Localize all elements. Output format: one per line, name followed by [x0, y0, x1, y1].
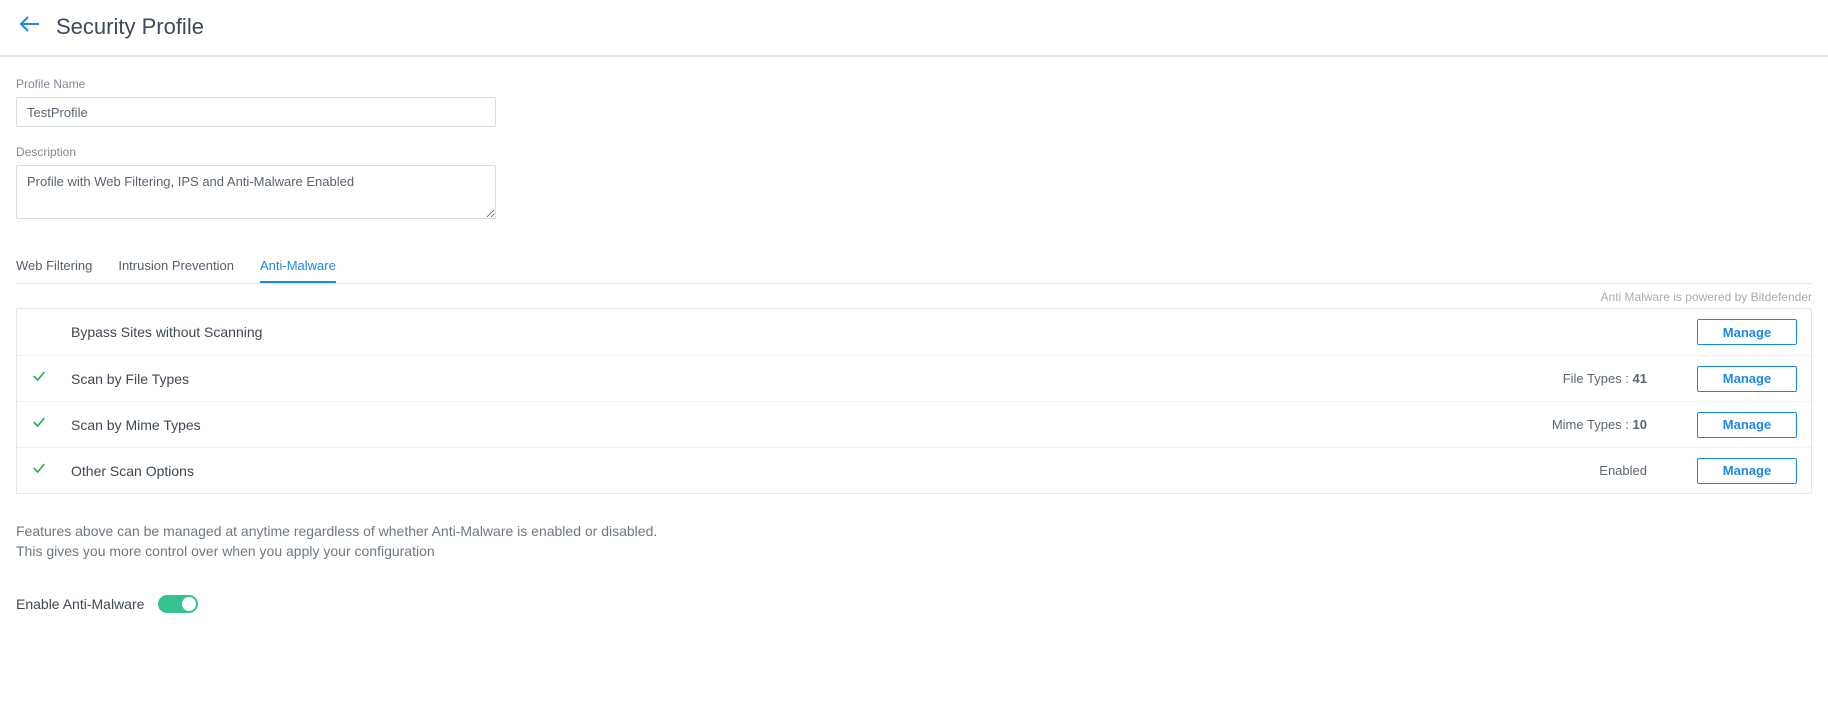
manage-button-mimetypes[interactable]: Manage	[1697, 412, 1797, 438]
profile-name-input[interactable]	[16, 97, 496, 127]
feature-note-line2: This gives you more control over when yo…	[16, 542, 1812, 562]
description-textarea[interactable]	[16, 165, 496, 219]
row-filetypes-info-prefix: File Types :	[1563, 371, 1633, 386]
tab-bar: Web Filtering Intrusion Prevention Anti-…	[16, 250, 1812, 284]
row-scan-mime-types: Scan by Mime Types Mime Types : 10 Manag…	[17, 401, 1811, 447]
row-scan-file-types: Scan by File Types File Types : 41 Manag…	[17, 355, 1811, 401]
profile-name-block: Profile Name	[16, 77, 1812, 127]
check-icon	[31, 414, 47, 435]
powered-by-text: Anti Malware is powered by Bitdefender	[16, 284, 1812, 308]
row-filetypes-label: Scan by File Types	[71, 371, 1563, 387]
row-otheropts-label: Other Scan Options	[71, 463, 1599, 479]
feature-note: Features above can be managed at anytime…	[16, 522, 1812, 561]
row-otheropts-info: Enabled	[1599, 463, 1647, 478]
row-filetypes-info: File Types : 41	[1563, 371, 1647, 386]
tab-web-filtering[interactable]: Web Filtering	[16, 250, 92, 283]
row-filetypes-info-value: 41	[1633, 371, 1647, 386]
tab-anti-malware[interactable]: Anti-Malware	[260, 250, 336, 283]
description-block: Description	[16, 145, 1812, 224]
check-icon	[31, 460, 47, 481]
row-bypass-label: Bypass Sites without Scanning	[71, 324, 1647, 340]
row-otheropts-check-cell	[31, 460, 71, 481]
manage-button-bypass[interactable]: Manage	[1697, 319, 1797, 345]
enable-anti-malware-row: Enable Anti-Malware	[16, 595, 1812, 613]
row-filetypes-check-cell	[31, 368, 71, 389]
description-label: Description	[16, 145, 1812, 159]
enable-anti-malware-label: Enable Anti-Malware	[16, 596, 144, 612]
row-mimetypes-info: Mime Types : 10	[1552, 417, 1647, 432]
row-other-scan-options: Other Scan Options Enabled Manage	[17, 447, 1811, 493]
settings-rows: Bypass Sites without Scanning Manage Sca…	[16, 308, 1812, 494]
profile-name-label: Profile Name	[16, 77, 1812, 91]
toggle-knob-icon	[182, 597, 196, 611]
row-mimetypes-check-cell	[31, 414, 71, 435]
check-icon	[31, 368, 47, 389]
tab-intrusion-prevention[interactable]: Intrusion Prevention	[118, 250, 234, 283]
row-mimetypes-label: Scan by Mime Types	[71, 417, 1552, 433]
row-mimetypes-info-value: 10	[1633, 417, 1647, 432]
row-bypass-sites: Bypass Sites without Scanning Manage	[17, 309, 1811, 355]
content-area: Profile Name Description Web Filtering I…	[0, 57, 1828, 633]
page-title: Security Profile	[56, 14, 204, 40]
feature-note-line1: Features above can be managed at anytime…	[16, 522, 1812, 542]
enable-anti-malware-toggle[interactable]	[158, 595, 198, 613]
page-header: Security Profile	[0, 0, 1828, 57]
back-arrow-icon[interactable]	[18, 12, 42, 41]
row-mimetypes-info-prefix: Mime Types :	[1552, 417, 1633, 432]
manage-button-filetypes[interactable]: Manage	[1697, 366, 1797, 392]
manage-button-otheropts[interactable]: Manage	[1697, 458, 1797, 484]
